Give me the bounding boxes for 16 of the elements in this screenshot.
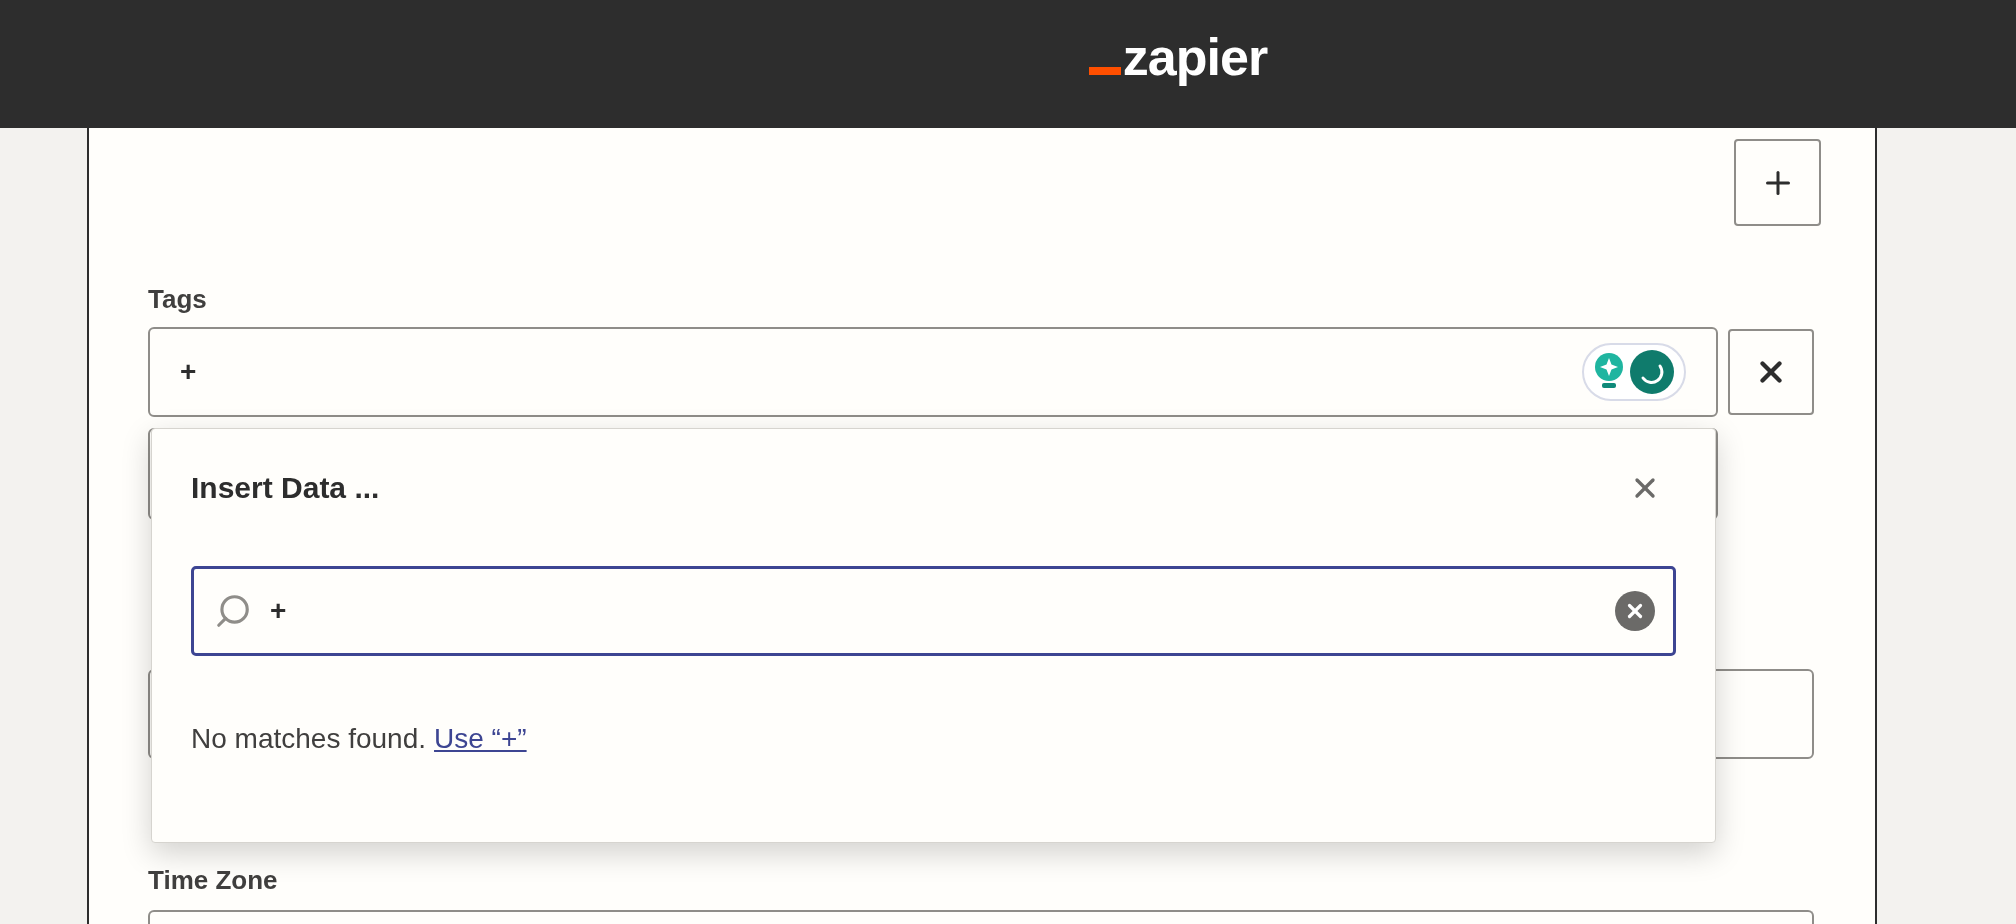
field-value: + xyxy=(180,355,197,389)
close-button[interactable] xyxy=(1728,329,1814,415)
logo-bar-icon xyxy=(1088,67,1121,75)
search-text: + xyxy=(270,594,287,628)
search-field[interactable]: + xyxy=(191,566,1676,656)
popup-title: Insert Data ... xyxy=(191,470,380,506)
use-value-link[interactable]: Use “+” xyxy=(434,718,527,760)
spinner-icon xyxy=(1630,350,1674,394)
field-label: Tags xyxy=(148,283,208,316)
no-matches-message: No matches found. xyxy=(191,722,427,756)
add-button[interactable] xyxy=(1734,139,1821,226)
ai-toggle[interactable] xyxy=(1582,343,1686,401)
search-icon xyxy=(214,592,252,630)
field-label: Time Zone xyxy=(148,864,279,897)
tags-field[interactable]: + xyxy=(148,327,1718,417)
clear-button[interactable] xyxy=(1615,591,1655,631)
